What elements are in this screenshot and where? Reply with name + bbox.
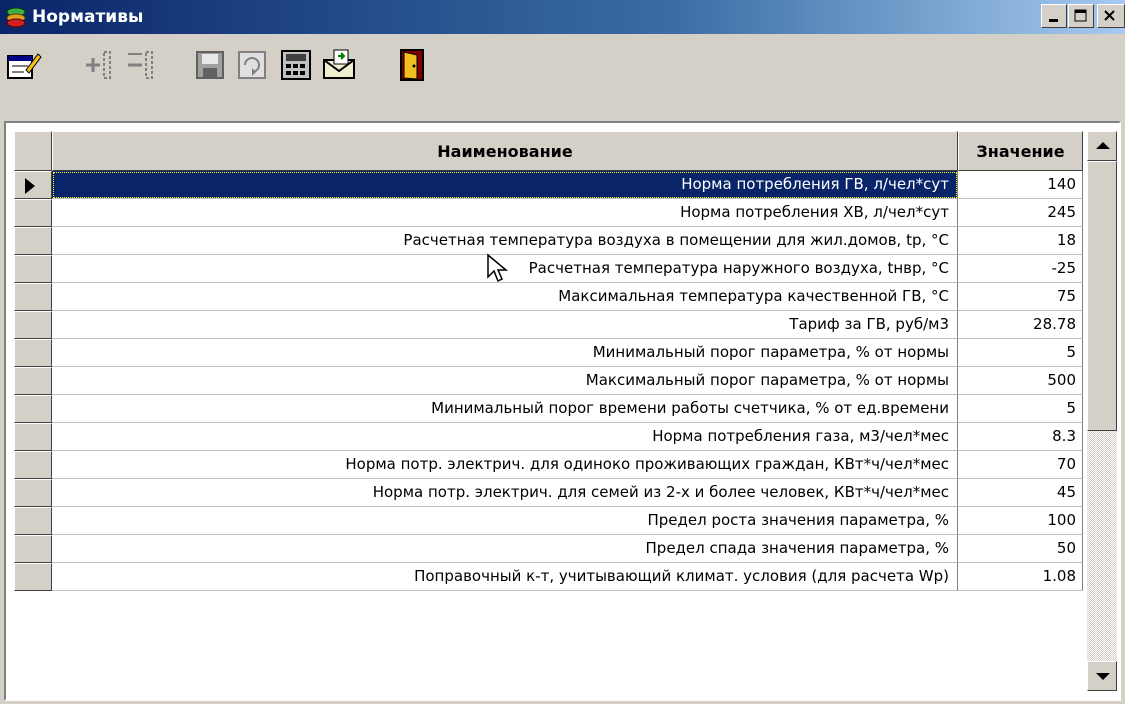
export-button[interactable] bbox=[320, 46, 358, 84]
row-indicator[interactable] bbox=[14, 199, 52, 227]
cell-name[interactable]: Предел роста значения параметра, % bbox=[52, 507, 958, 535]
cell-value[interactable]: 8.3 bbox=[958, 423, 1083, 451]
cell-name[interactable]: Норма потребления газа, м3/чел*мес bbox=[52, 423, 958, 451]
table-row[interactable]: Норма потребления газа, м3/чел*мес 8.3 bbox=[14, 423, 1085, 451]
table-row[interactable]: Расчетная температура воздуха в помещени… bbox=[14, 227, 1085, 255]
row-indicator[interactable] bbox=[14, 423, 52, 451]
row-indicator[interactable] bbox=[14, 451, 52, 479]
floppy-disk-icon bbox=[196, 51, 224, 79]
row-indicator[interactable] bbox=[14, 171, 52, 199]
column-header-name[interactable]: Наименование bbox=[52, 131, 958, 171]
cell-value[interactable]: 500 bbox=[958, 367, 1083, 395]
cell-value[interactable]: -25 bbox=[958, 255, 1083, 283]
cell-value[interactable]: 5 bbox=[958, 339, 1083, 367]
cell-name[interactable]: Норма потр. электрич. для одиноко прожив… bbox=[52, 451, 958, 479]
window-title: Нормативы bbox=[32, 7, 144, 27]
toolbar bbox=[0, 34, 1125, 116]
row-indicator[interactable] bbox=[14, 367, 52, 395]
cell-name[interactable]: Минимальный порог времени работы счетчик… bbox=[52, 395, 958, 423]
cell-value[interactable]: 100 bbox=[958, 507, 1083, 535]
cell-value[interactable]: 45 bbox=[958, 479, 1083, 507]
row-indicator[interactable] bbox=[14, 283, 52, 311]
column-header-value[interactable]: Значение bbox=[958, 131, 1083, 171]
table-row[interactable]: Норма потр. электрич. для семей из 2-х и… bbox=[14, 479, 1085, 507]
cell-name[interactable]: Тариф за ГВ, руб/м3 bbox=[52, 311, 958, 339]
close-icon bbox=[1104, 10, 1115, 21]
remove-column-button[interactable] bbox=[122, 46, 160, 84]
table-row[interactable]: Поправочный к-т, учитывающий климат. усл… bbox=[14, 563, 1085, 591]
table-row[interactable]: Тариф за ГВ, руб/м3 28.78 bbox=[14, 311, 1085, 339]
cell-name[interactable]: Норма потр. электрич. для семей из 2-х и… bbox=[52, 479, 958, 507]
cell-value[interactable]: 5 bbox=[958, 395, 1083, 423]
row-indicator[interactable] bbox=[14, 563, 52, 591]
cell-value[interactable]: 75 bbox=[958, 283, 1083, 311]
edit-form-icon bbox=[7, 53, 42, 79]
title-bar[interactable]: Нормативы bbox=[0, 0, 1125, 34]
minimize-button[interactable] bbox=[1041, 4, 1067, 28]
table-row[interactable]: Расчетная температура наружного воздуха,… bbox=[14, 255, 1085, 283]
print-button[interactable] bbox=[277, 46, 315, 84]
row-indicator[interactable] bbox=[14, 339, 52, 367]
cell-value[interactable]: 70 bbox=[958, 451, 1083, 479]
scroll-up-button[interactable] bbox=[1087, 131, 1117, 161]
add-column-button[interactable] bbox=[80, 46, 118, 84]
table-row[interactable]: Предел спада значения параметра, % 50 bbox=[14, 535, 1085, 563]
calculator-report-icon bbox=[281, 50, 311, 80]
scroll-thumb[interactable] bbox=[1087, 161, 1117, 431]
envelope-export-icon bbox=[323, 49, 355, 79]
cell-name[interactable]: Предел спада значения параметра, % bbox=[52, 535, 958, 563]
delete-column-icon bbox=[128, 51, 153, 79]
app-icon bbox=[6, 7, 26, 28]
cell-value[interactable]: 140 bbox=[958, 171, 1083, 199]
cell-value[interactable]: 1.08 bbox=[958, 563, 1083, 591]
row-indicator[interactable] bbox=[14, 255, 52, 283]
vertical-scrollbar[interactable] bbox=[1087, 131, 1117, 691]
cell-name[interactable]: Поправочный к-т, учитывающий климат. усл… bbox=[52, 563, 958, 591]
table-row[interactable]: Предел роста значения параметра, % 100 bbox=[14, 507, 1085, 535]
table-row[interactable]: Норма потребления ГВ, л/чел*сут 140 bbox=[14, 171, 1085, 199]
cell-value[interactable]: 28.78 bbox=[958, 311, 1083, 339]
table-row[interactable]: Минимальный порог времени работы счетчик… bbox=[14, 395, 1085, 423]
cell-name[interactable]: Норма потребления ХВ, л/чел*сут bbox=[52, 199, 958, 227]
table-row[interactable]: Норма потр. электрич. для одиноко прожив… bbox=[14, 451, 1085, 479]
table-row[interactable]: Максимальная температура качественной ГВ… bbox=[14, 283, 1085, 311]
cell-value[interactable]: 245 bbox=[958, 199, 1083, 227]
refresh-icon bbox=[238, 51, 266, 79]
cell-value[interactable]: 18 bbox=[958, 227, 1083, 255]
row-indicator[interactable] bbox=[14, 535, 52, 563]
exit-door-icon bbox=[400, 49, 424, 81]
cell-name[interactable]: Минимальный порог параметра, % от нормы bbox=[52, 339, 958, 367]
edit-button[interactable] bbox=[4, 46, 42, 84]
refresh-button[interactable] bbox=[233, 46, 271, 84]
maximize-icon bbox=[1074, 9, 1087, 22]
normatives-window: Нормативы Наименование Значение Норма по… bbox=[0, 0, 1125, 704]
cell-name[interactable]: Максимальный порог параметра, % от нормы bbox=[52, 367, 958, 395]
table-row[interactable]: Норма потребления ХВ, л/чел*сут 245 bbox=[14, 199, 1085, 227]
cell-value[interactable]: 50 bbox=[958, 535, 1083, 563]
row-indicator[interactable] bbox=[14, 479, 52, 507]
cell-name[interactable]: Норма потребления ГВ, л/чел*сут bbox=[52, 171, 958, 199]
save-button[interactable] bbox=[191, 46, 229, 84]
row-indicator[interactable] bbox=[14, 395, 52, 423]
close-button[interactable] bbox=[1097, 4, 1125, 28]
row-indicator-header bbox=[14, 131, 52, 171]
normatives-grid[interactable]: Наименование Значение Норма потребления … bbox=[4, 121, 1121, 701]
cell-name[interactable]: Максимальная температура качественной ГВ… bbox=[52, 283, 958, 311]
scroll-down-button[interactable] bbox=[1087, 661, 1117, 691]
table-row[interactable]: Максимальный порог параметра, % от нормы… bbox=[14, 367, 1085, 395]
row-indicator[interactable] bbox=[14, 507, 52, 535]
maximize-button[interactable] bbox=[1068, 4, 1094, 28]
minimize-icon bbox=[1049, 19, 1058, 22]
mouse-cursor-icon bbox=[487, 253, 509, 283]
exit-button[interactable] bbox=[393, 46, 431, 84]
row-indicator[interactable] bbox=[14, 311, 52, 339]
row-indicator[interactable] bbox=[14, 227, 52, 255]
table-row[interactable]: Минимальный порог параметра, % от нормы 5 bbox=[14, 339, 1085, 367]
insert-column-icon bbox=[86, 51, 111, 79]
cell-name[interactable]: Расчетная температура воздуха в помещени… bbox=[52, 227, 958, 255]
